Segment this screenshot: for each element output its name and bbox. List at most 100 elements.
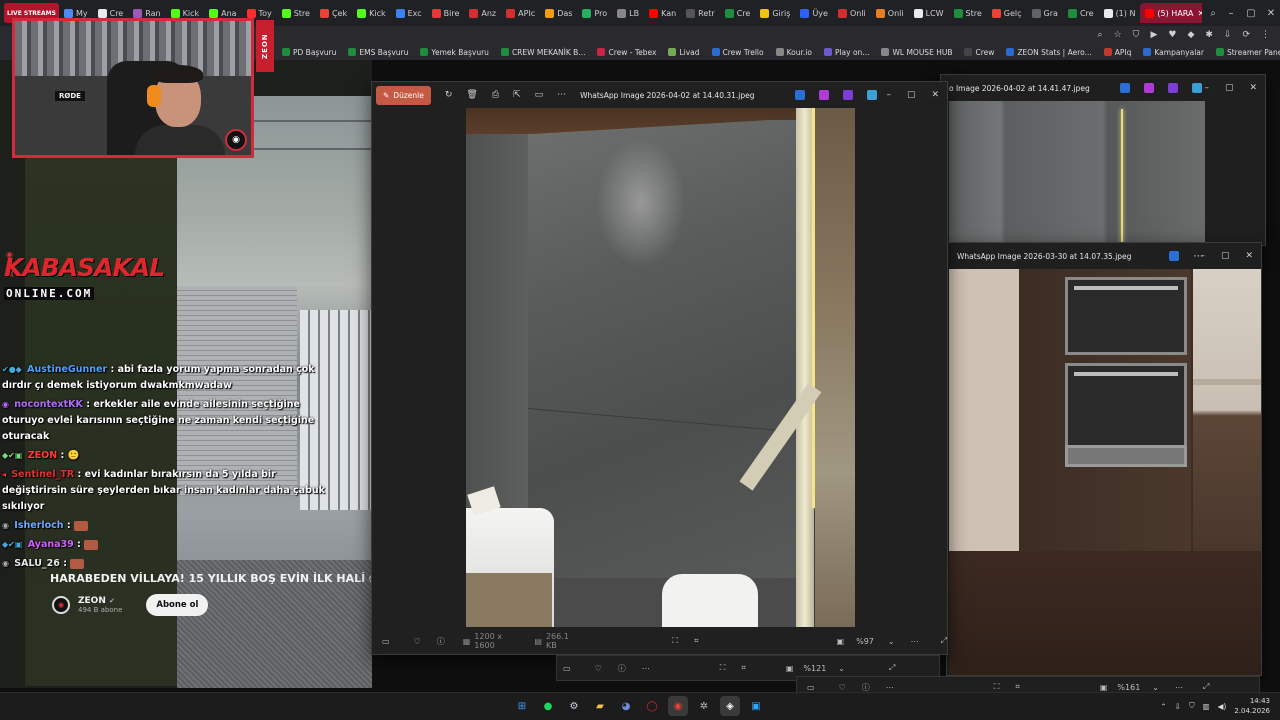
favorite-icon[interactable]: ♡ xyxy=(839,683,846,692)
photo-viewer-window-back[interactable]: o Image 2026-04-02 at 14.41.47.jpeg – ▢ … xyxy=(940,74,1266,246)
bookmark-item[interactable]: Crew Trello xyxy=(711,48,764,57)
network-icon[interactable]: ▥ xyxy=(1203,702,1210,711)
browser-tab[interactable]: Üye xyxy=(795,3,833,23)
more-icon[interactable]: ⋯ xyxy=(911,637,919,646)
unity-icon[interactable]: ◈ xyxy=(720,696,740,716)
close-icon[interactable]: ✕ xyxy=(1245,251,1253,261)
browser-tab[interactable]: APIc xyxy=(501,3,540,23)
bookmark-item[interactable]: Crew - Tebex xyxy=(597,48,656,57)
close-icon[interactable]: ✕ xyxy=(1249,83,1257,93)
bookmark-item[interactable]: Kour.io xyxy=(775,48,812,57)
search-icon[interactable]: ⌕ xyxy=(1098,30,1103,40)
download-icon[interactable]: ⇩ xyxy=(1175,702,1181,711)
windows-icon[interactable]: ⊞ xyxy=(512,696,532,716)
bookmark-item[interactable]: CREW MEKANİK B... xyxy=(500,48,585,57)
close-icon[interactable]: ✕ xyxy=(931,90,939,100)
play-icon[interactable]: ▶ xyxy=(1150,30,1157,40)
browser-tab[interactable]: Retr xyxy=(681,3,720,23)
crop-icon[interactable]: ⛶ xyxy=(672,636,678,646)
browser-tab[interactable]: Cre xyxy=(1063,3,1099,23)
bookmark-item[interactable]: ZEON Stats | Aero... xyxy=(1006,48,1092,57)
enhance-icon[interactable]: ⌗ xyxy=(1015,682,1020,692)
share-icon[interactable]: ⇱ xyxy=(513,90,521,100)
steam-icon[interactable]: ⚙ xyxy=(564,696,584,716)
minimize-icon[interactable]: – xyxy=(1204,83,1209,93)
close-window-icon[interactable]: ✕ xyxy=(1266,8,1276,19)
fullscreen-icon[interactable]: ⤢ xyxy=(1203,682,1209,692)
browser-tab[interactable]: Onli xyxy=(833,3,871,23)
menu-icon[interactable]: ⋮ xyxy=(1261,30,1270,40)
browser-tab[interactable]: Stre xyxy=(949,3,987,23)
bookmark-item[interactable]: Streamer Panel xyxy=(1215,48,1280,57)
more-icon[interactable]: ⋯ xyxy=(1175,683,1183,692)
filmstrip-icon[interactable]: ▭ xyxy=(382,637,390,646)
zoom-level[interactable]: %97 xyxy=(856,637,874,646)
zoom-level[interactable]: %121 xyxy=(803,664,826,673)
fit-icon[interactable]: ▣ xyxy=(1100,683,1108,692)
browser-tab[interactable]: Stre xyxy=(277,3,315,23)
browser-tab[interactable]: Gra xyxy=(1027,3,1063,23)
minimize-icon[interactable]: – xyxy=(1226,8,1236,19)
browser-tab[interactable]: LB xyxy=(612,3,644,23)
shield-icon[interactable]: ⛉ xyxy=(1133,30,1140,40)
fit-icon[interactable]: ▣ xyxy=(837,637,845,646)
app-icon[interactable] xyxy=(842,90,853,100)
photoshop-icon[interactable]: ▣ xyxy=(746,696,766,716)
favorite-icon[interactable]: ♡ xyxy=(595,664,602,673)
photo-viewer-window-kitchen[interactable]: WhatsApp Image 2026-03-30 at 14.07.35.jp… xyxy=(946,242,1262,676)
print-icon[interactable]: ⎙ xyxy=(492,90,499,100)
discord-icon[interactable]: ◕ xyxy=(616,696,636,716)
filmstrip-icon[interactable]: ▭ xyxy=(563,664,571,673)
sync-icon[interactable]: ⟳ xyxy=(1242,30,1250,40)
minimize-icon[interactable]: – xyxy=(1200,251,1205,261)
app-icon[interactable] xyxy=(1143,83,1154,93)
browser-tab[interactable]: Anz xyxy=(464,3,501,23)
channel-avatar[interactable]: ◉ xyxy=(52,596,70,614)
browser-tab[interactable]: Pro xyxy=(577,3,612,23)
shield-icon[interactable]: ⛉ xyxy=(1189,701,1195,711)
folder-icon[interactable]: ▰ xyxy=(590,696,610,716)
spotify-icon[interactable]: ● xyxy=(538,696,558,716)
bookmark-item[interactable]: Crew xyxy=(964,48,994,57)
search-tabs-icon[interactable]: ⌕ xyxy=(1210,8,1216,19)
browser-tab[interactable]: Bire xyxy=(427,3,465,23)
app-icon[interactable] xyxy=(818,90,829,100)
minimize-icon[interactable]: – xyxy=(886,90,891,100)
bookmark-icon[interactable]: ☆ xyxy=(1114,30,1122,40)
photoshop-icon[interactable] xyxy=(794,90,805,100)
info-icon[interactable]: ⓘ xyxy=(618,663,626,674)
browser-tab[interactable]: Gelç xyxy=(987,3,1027,23)
fit-icon[interactable]: ▣ xyxy=(786,664,794,673)
photoshop-icon[interactable] xyxy=(1119,83,1130,93)
crop-icon[interactable]: ⛶ xyxy=(720,663,726,673)
more-icon[interactable]: ⋯ xyxy=(557,90,566,100)
bookmark-item[interactable]: Livad xyxy=(668,48,700,57)
browser-tab[interactable]: Giriş xyxy=(755,3,795,23)
browser-tab[interactable]: LCW xyxy=(909,3,949,23)
opera-gx-icon[interactable]: ◯ xyxy=(642,696,662,716)
browser-tab[interactable]: Onli xyxy=(871,3,909,23)
download-icon[interactable]: ⇩ xyxy=(1224,30,1232,40)
diamond-icon[interactable]: ◆ xyxy=(1187,30,1194,40)
enhance-icon[interactable]: ⌗ xyxy=(741,663,746,673)
chrome-icon[interactable]: ◉ xyxy=(668,696,688,716)
volume-icon[interactable]: ◀) xyxy=(1218,702,1227,711)
photoshop-icon[interactable] xyxy=(1169,251,1180,261)
bookmark-item[interactable]: WL MOUSE HUB xyxy=(881,48,952,57)
browser-tab[interactable]: Exc xyxy=(391,3,427,23)
fullscreen-icon[interactable]: ⤢ xyxy=(889,663,895,673)
maximize-icon[interactable]: ▢ xyxy=(907,90,916,100)
tab-active[interactable]: (5) HARA ✕ xyxy=(1140,3,1210,23)
chevron-down-icon[interactable]: ⌄ xyxy=(888,637,895,646)
slideshow-icon[interactable]: ▭ xyxy=(535,90,544,100)
chevron-down-icon[interactable]: ⌄ xyxy=(1152,683,1159,692)
clock[interactable]: 14:43 2.04.2026 xyxy=(1234,696,1270,716)
more-icon[interactable]: ⋯ xyxy=(642,664,650,673)
browser-tab[interactable]: Das xyxy=(540,3,577,23)
maximize-icon[interactable]: ▢ xyxy=(1221,251,1230,261)
browser-tab[interactable]: Kick xyxy=(352,3,391,23)
bookmark-item[interactable]: Yemek Başvuru xyxy=(420,48,489,57)
app-icon[interactable] xyxy=(1167,83,1178,93)
delete-icon[interactable]: 🗑 xyxy=(466,90,477,100)
more-icon[interactable]: ⋯ xyxy=(886,683,894,692)
